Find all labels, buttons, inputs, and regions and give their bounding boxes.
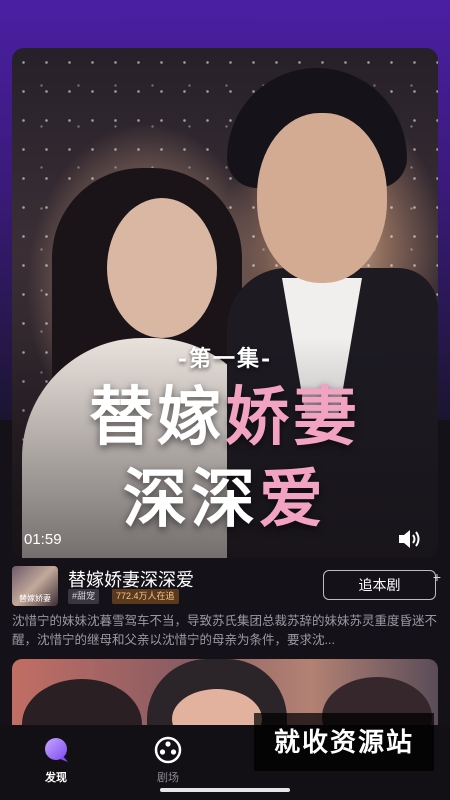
speaker-icon[interactable] bbox=[396, 526, 424, 552]
nav-label-theater: 剧场 bbox=[157, 772, 179, 784]
genre-tag[interactable]: #甜宠 bbox=[68, 589, 100, 604]
man-figure-face bbox=[257, 113, 387, 283]
poster-title-line1: 替嫁娇妻 bbox=[89, 380, 361, 455]
follow-drama-button[interactable]: 追本剧 + bbox=[323, 569, 441, 600]
thumbnail-title: 替嫁娇妻 bbox=[19, 594, 51, 603]
nav-label-discover: 发现 bbox=[45, 772, 67, 784]
watermark-overlay: 就收资源站 bbox=[254, 713, 434, 771]
discover-bubble-icon bbox=[45, 738, 68, 762]
drama-thumbnail[interactable]: 替嫁娇妻 bbox=[12, 566, 58, 606]
home-indicator[interactable] bbox=[160, 788, 290, 792]
viewers-count-badge: 772.4万人在追 bbox=[112, 589, 179, 604]
poster-title-line2: 深深爱 bbox=[123, 462, 327, 537]
video-timecode: 01:59 bbox=[24, 531, 62, 548]
nav-item-discover[interactable]: 发现 bbox=[26, 735, 86, 785]
follow-button-label: 追本剧 bbox=[358, 577, 401, 593]
drama-info-row: 替嫁娇妻 替嫁娇妻深深爱 #甜宠 772.4万人在追 追本剧 + bbox=[12, 566, 441, 606]
nav-item-theater[interactable]: 剧场 bbox=[138, 735, 198, 785]
film-reel-icon bbox=[154, 736, 182, 764]
video-player[interactable]: -第一集- 替嫁娇妻 深深爱 01:59 bbox=[12, 48, 438, 558]
drama-synopsis[interactable]: 沈惜宁的妹妹沈暮雪驾车不当，导致苏氏集团总裁苏辞的妹妹苏灵重度昏迷不醒，沈惜宁的… bbox=[12, 612, 442, 650]
plus-icon: + bbox=[432, 569, 441, 585]
woman-figure-face bbox=[107, 198, 217, 338]
